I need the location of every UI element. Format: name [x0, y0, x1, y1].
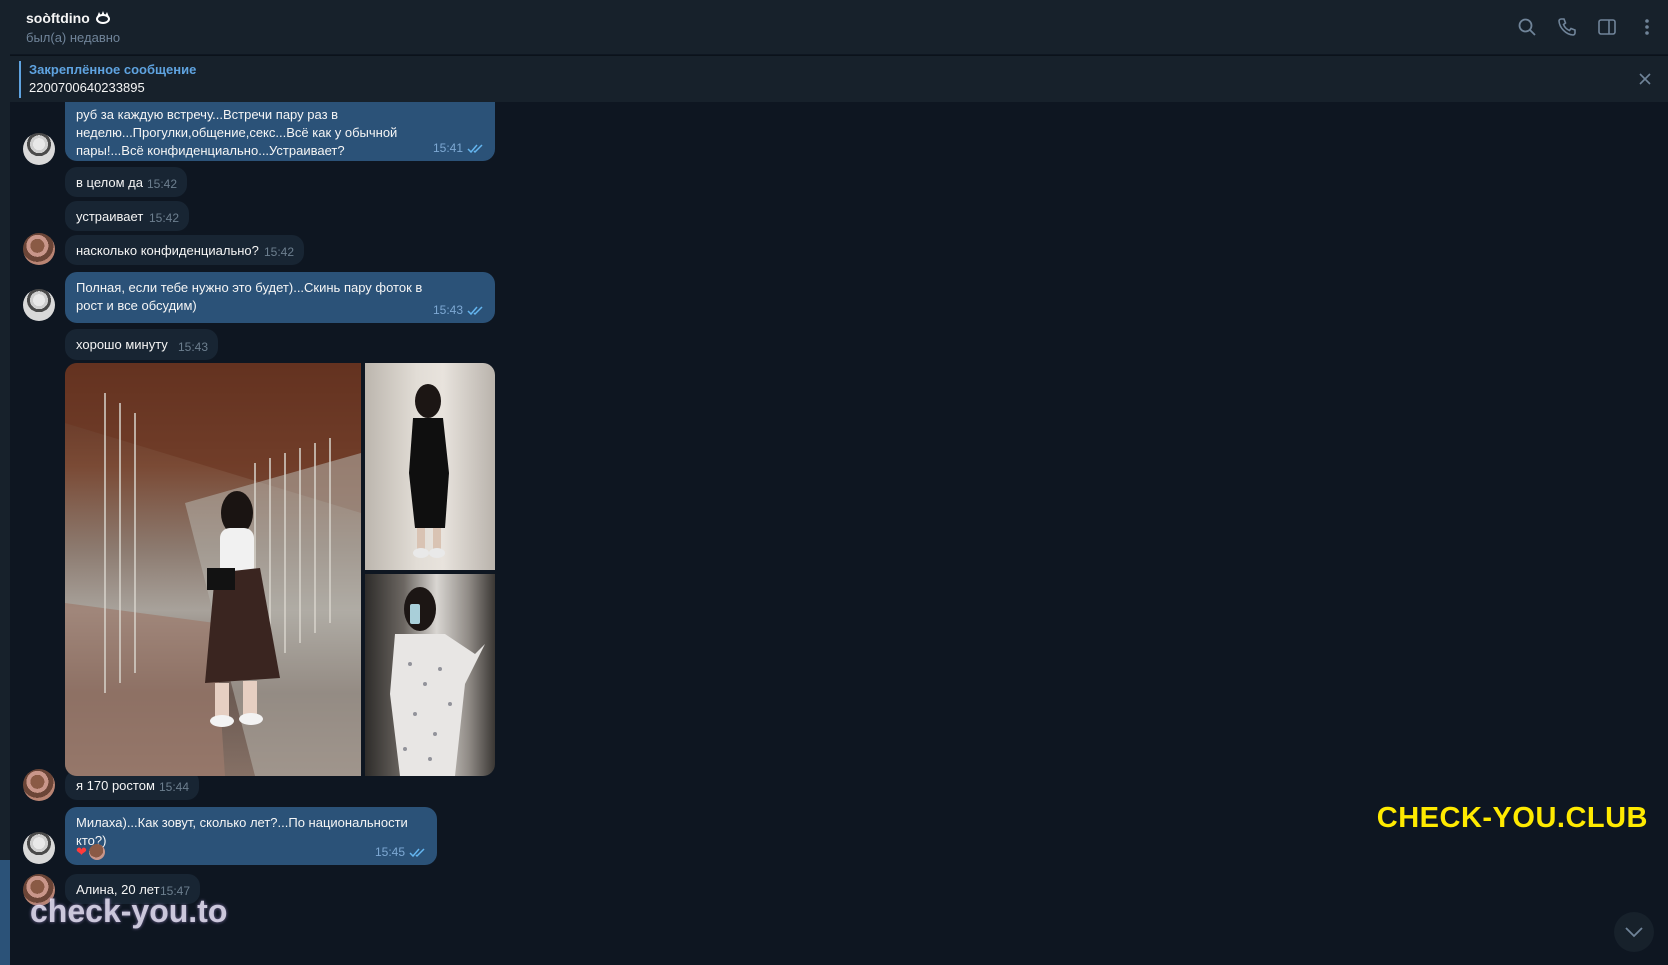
message-bubble[interactable]: Милаха)...Как зовут, сколько лет?...По н…	[65, 807, 437, 865]
search-icon[interactable]	[1516, 16, 1538, 38]
photo-floral-dress-image	[390, 587, 485, 776]
photo[interactable]	[65, 363, 361, 776]
active-folder-indicator	[0, 860, 10, 965]
message-time: 15:44	[158, 780, 189, 794]
sidebar-toggle-icon[interactable]	[1596, 16, 1618, 38]
avatar[interactable]	[23, 832, 55, 864]
watermark-left: check-you.to	[30, 893, 228, 929]
reaction-avatar	[88, 844, 105, 860]
pinned-accent-bar	[19, 61, 21, 98]
avatar[interactable]	[23, 769, 55, 801]
avatar[interactable]	[23, 233, 55, 265]
message-bubble[interactable]: ································ руб за …	[65, 102, 495, 161]
message-text: я 170 ростом	[76, 778, 155, 793]
message-time: 15:42	[263, 245, 294, 259]
pinned-text: 2200700640233895	[29, 80, 145, 95]
message-meta: 15:42	[149, 209, 179, 227]
message-text: хорошо минуту	[76, 337, 168, 352]
folder-strip	[0, 0, 10, 965]
photo-black-dress-image	[409, 384, 449, 558]
message-text: в целом да	[76, 175, 143, 190]
chat-header[interactable]: soòftdino был(а) недавно	[10, 0, 1668, 55]
message-time: 15:42	[148, 211, 179, 225]
message-time: 15:45	[374, 845, 405, 859]
photo[interactable]	[365, 574, 495, 776]
heart-reaction[interactable]: ❤	[76, 844, 87, 860]
chat-name: soòftdino	[26, 10, 90, 26]
message-meta: 15:44	[159, 778, 189, 796]
double-check-icon	[467, 305, 483, 315]
message-bubble[interactable]: в целом да 15:42	[65, 167, 187, 197]
double-check-icon	[409, 847, 425, 857]
avatar[interactable]	[23, 133, 55, 165]
message-text: Милаха)...Как зовут, сколько лет?...По н…	[76, 815, 408, 848]
chevron-down-icon	[1625, 927, 1643, 938]
photo[interactable]	[365, 363, 495, 570]
scroll-down-button[interactable]	[1614, 912, 1654, 952]
message-text: устраивает	[76, 209, 144, 224]
message-meta: 15:43	[178, 338, 208, 356]
message-meta: 15:43	[433, 301, 485, 319]
emoji-status-icon	[95, 11, 110, 24]
pinned-message-bar[interactable]: Закреплённое сообщение 2200700640233895	[10, 55, 1668, 102]
double-check-icon	[467, 143, 483, 153]
chat-title[interactable]: soòftdino	[26, 9, 112, 27]
message-bubble[interactable]: Полная, если тебе нужно это будет)...Ски…	[65, 272, 495, 323]
message-time: 15:41	[432, 141, 463, 155]
chat-status: был(а) недавно	[26, 30, 121, 45]
more-vertical-icon[interactable]	[1636, 16, 1658, 38]
message-meta: 15:41	[433, 139, 485, 157]
message-meta: 15:45	[375, 843, 427, 861]
message-time: 15:43	[432, 303, 463, 317]
message-bubble[interactable]: хорошо минуту 15:43	[65, 329, 218, 360]
message-reactions[interactable]: ❤	[76, 844, 105, 860]
pinned-title: Закреплённое сообщение	[29, 62, 197, 77]
message-meta: 15:42	[147, 175, 177, 193]
avatar[interactable]	[23, 289, 55, 321]
message-bubble[interactable]: насколько конфиденциально? 15:42	[65, 235, 304, 265]
message-text: Полная, если тебе нужно это будет)...Ски…	[76, 280, 423, 313]
photo-album[interactable]	[65, 363, 495, 776]
message-time: 15:42	[146, 177, 177, 191]
watermark-right: CHECK-YOU.CLUB	[1376, 802, 1648, 834]
close-icon[interactable]	[1636, 70, 1654, 88]
message-bubble[interactable]: устраивает 15:42	[65, 201, 189, 231]
message-text: руб за каждую встречу...Встречи пару раз…	[76, 107, 398, 158]
message-meta: 15:42	[264, 243, 294, 261]
message-time: 15:43	[177, 340, 208, 354]
phone-icon[interactable]	[1556, 16, 1578, 38]
photo-stairs-image	[65, 363, 361, 776]
message-text: насколько конфиденциально?	[76, 243, 259, 258]
